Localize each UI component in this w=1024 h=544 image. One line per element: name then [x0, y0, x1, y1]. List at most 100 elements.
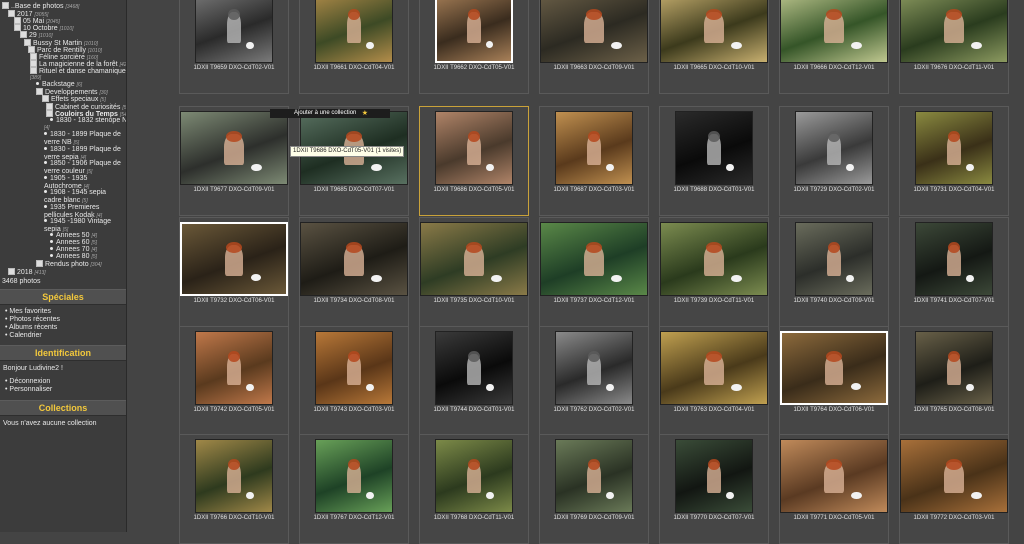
photo-thumbnail-cell[interactable]: 1DXII T9741 DXO-CdT07-V01	[899, 217, 1009, 327]
photo-caption[interactable]: 1DXII T9729 DXO-CdT02-V01	[780, 187, 888, 193]
photo-thumbnail-cell[interactable]: 1DXII T9666 DXO-CdT12-V01	[779, 0, 889, 94]
photo-caption[interactable]: 1DXII T9663 DXO-CdT09-V01	[540, 65, 648, 71]
photo-thumbnail-image[interactable]	[540, 0, 648, 63]
photo-thumbnail-image[interactable]	[660, 0, 768, 63]
photo-caption[interactable]: 1DXII T9744 DXO-CdT01-V01	[420, 407, 528, 413]
photo-caption[interactable]: 1DXII T9771 DXO-CdT05-V01	[780, 515, 888, 521]
folder-expand-icon[interactable]	[14, 17, 21, 24]
tree-item[interactable]: 2018 [413]	[8, 268, 46, 277]
photo-caption[interactable]: 1DXII T9735 DXO-CdT10-V01	[420, 298, 528, 304]
photo-thumbnail-cell[interactable]: 1DXII T9740 DXO-CdT09-V01	[779, 217, 889, 327]
photo-thumbnail-image[interactable]	[795, 222, 873, 296]
photo-thumbnail-cell[interactable]: 1DXII T9677 DXO-CdT09-V01	[179, 106, 289, 216]
photo-thumbnail-cell[interactable]: 1DXII T9772 DXO-CdT03-V01	[899, 434, 1009, 544]
tree-item[interactable]: 1850 - 1906 Plaque de verre couleur [5]	[44, 160, 124, 176]
photo-caption[interactable]: 1DXII T9686 DXO-CdT05-V01	[420, 187, 528, 193]
photo-thumbnail-cell[interactable]: 1DXII T9662 DXO-CdT05-V01	[419, 0, 529, 94]
photo-thumbnail-cell[interactable]: 1DXII T9659 DXO-CdT02-V01	[179, 0, 289, 94]
photo-caption[interactable]: 1DXII T9677 DXO-CdT09-V01	[180, 187, 288, 193]
photo-caption[interactable]: 1DXII T9732 DXO-CdT06-V01	[180, 298, 288, 304]
photo-caption[interactable]: 1DXII T9662 DXO-CdT05-V01	[420, 65, 528, 71]
photo-thumbnail-image[interactable]	[555, 439, 633, 513]
folder-expand-icon[interactable]	[28, 46, 35, 53]
photo-thumbnail-cell[interactable]: 1DXII T9735 DXO-CdT10-V01	[419, 217, 529, 327]
photo-thumbnail-cell[interactable]: 1DXII T9766 DXO-CdT10-V01	[179, 434, 289, 544]
photo-thumbnail-cell[interactable]: 1DXII T9734 DXO-CdT08-V01	[299, 217, 409, 327]
photo-thumbnail-cell[interactable]: 1DXII T9770 DXO-CdT07-V01	[659, 434, 769, 544]
photo-thumbnail-cell[interactable]: 1DXII T9771 DXO-CdT05-V01	[779, 434, 889, 544]
folder-expand-icon[interactable]	[30, 67, 37, 74]
photo-thumbnail-image[interactable]	[555, 331, 633, 405]
photo-caption[interactable]: 1DXII T9768 DXO-CdT11-V01	[420, 515, 528, 521]
account-link[interactable]: Déconnexion	[5, 378, 126, 386]
photo-thumbnail-cell[interactable]: 1DXII T9676 DXO-CdT11-V01	[899, 0, 1009, 94]
photo-thumbnail-cell[interactable]: 1DXII T9732 DXO-CdT06-V01	[179, 217, 289, 327]
tree-item[interactable]: Rituel et danse chamanique	[30, 67, 126, 76]
photo-thumbnail-cell[interactable]: 1DXII T9737 DXO-CdT12-V01	[539, 217, 649, 327]
folder-expand-icon[interactable]	[24, 39, 31, 46]
photo-thumbnail-cell[interactable]: 1DXII T9661 DXO-CdT04-V01	[299, 0, 409, 94]
photo-thumbnail-cell[interactable]: 1DXII T9688 DXO-CdT01-V01	[659, 106, 769, 216]
photo-caption[interactable]: 1DXII T9743 DXO-CdT03-V01	[300, 407, 408, 413]
photo-thumbnail-image[interactable]	[675, 439, 753, 513]
photo-thumbnail-image[interactable]	[195, 439, 273, 513]
photo-thumbnail-cell[interactable]: 1DXII T9763 DXO-CdT04-V01	[659, 326, 769, 436]
photo-caption[interactable]: 1DXII T9734 DXO-CdT08-V01	[300, 298, 408, 304]
folder-expand-icon[interactable]	[30, 53, 37, 60]
specials-link[interactable]: Albums récents	[5, 324, 126, 332]
collections-header[interactable]: Collections	[0, 400, 126, 416]
photo-thumbnail-image[interactable]	[540, 222, 648, 296]
photo-caption[interactable]: 1DXII T9666 DXO-CdT12-V01	[780, 65, 888, 71]
photo-thumbnail-image[interactable]	[315, 0, 393, 63]
photo-thumbnail-image[interactable]	[180, 111, 288, 185]
photo-thumbnail-cell[interactable]: 1DXII T9729 DXO-CdT02-V01	[779, 106, 889, 216]
photo-caption[interactable]: 1DXII T9767 DXO-CdT12-V01	[300, 515, 408, 521]
specials-link[interactable]: Calendrier	[5, 332, 126, 340]
photo-thumbnail-image[interactable]	[900, 439, 1008, 513]
photo-thumbnail-image[interactable]	[195, 0, 273, 63]
photo-caption[interactable]: 1DXII T9661 DXO-CdT04-V01	[300, 65, 408, 71]
photo-caption[interactable]: 1DXII T9772 DXO-CdT03-V01	[900, 515, 1008, 521]
photo-caption[interactable]: 1DXII T9676 DXO-CdT11-V01	[900, 65, 1008, 71]
specials-link[interactable]: Mes favorites	[5, 308, 126, 316]
photo-thumbnail-image[interactable]	[915, 222, 993, 296]
photo-thumbnail-image[interactable]	[555, 111, 633, 185]
folder-expand-icon[interactable]	[30, 60, 37, 67]
photo-thumbnail-cell[interactable]: 1DXII T9742 DXO-CdT05-V01	[179, 326, 289, 436]
photo-thumbnail-image[interactable]	[435, 439, 513, 513]
photo-thumbnail-image[interactable]	[420, 222, 528, 296]
identification-header[interactable]: Identification	[0, 345, 126, 361]
photo-caption[interactable]: 1DXII T9762 DXO-CdT02-V01	[540, 407, 648, 413]
account-link[interactable]: Personnaliser	[5, 386, 126, 394]
photo-caption[interactable]: 1DXII T9765 DXO-CdT08-V01	[900, 407, 1008, 413]
tree-item[interactable]: Rendus photo [304]	[36, 260, 102, 269]
photo-thumbnail-cell[interactable]: 1DXII T9739 DXO-CdT11-V01	[659, 217, 769, 327]
folder-expand-icon[interactable]	[8, 268, 15, 275]
photo-thumbnail-image[interactable]	[780, 439, 888, 513]
photo-thumbnail-cell[interactable]: 1DXII T9767 DXO-CdT12-V01	[299, 434, 409, 544]
photo-caption[interactable]: 1DXII T9766 DXO-CdT10-V01	[180, 515, 288, 521]
photo-thumbnail-image[interactable]	[435, 0, 513, 63]
photo-thumbnail-cell[interactable]: 1DXII T9768 DXO-CdT11-V01	[419, 434, 529, 544]
photo-caption[interactable]: 1DXII T9731 DXO-CdT04-V01	[900, 187, 1008, 193]
folder-expand-icon[interactable]	[46, 103, 53, 110]
photo-thumbnail-cell[interactable]: 1DXII T9762 DXO-CdT02-V01	[539, 326, 649, 436]
star-icon[interactable]: ★	[362, 109, 368, 118]
photo-thumbnail-image[interactable]	[660, 331, 768, 405]
photo-thumbnail-cell[interactable]: 1DXII T9731 DXO-CdT04-V01	[899, 106, 1009, 216]
photo-thumbnail-image[interactable]	[780, 331, 888, 405]
photo-caption[interactable]: 1DXII T9737 DXO-CdT12-V01	[540, 298, 648, 304]
photo-thumbnail-image[interactable]	[660, 222, 768, 296]
photo-caption[interactable]: 1DXII T9688 DXO-CdT01-V01	[660, 187, 768, 193]
tree-item[interactable]: 1908 - 1945 sepia cadre blanc [5]	[44, 189, 124, 205]
folder-expand-icon[interactable]	[36, 88, 43, 95]
photo-thumbnail-cell[interactable]: 1DXII T9765 DXO-CdT08-V01	[899, 326, 1009, 436]
photo-thumbnail-cell[interactable]: 1DXII T9665 DXO-CdT10-V01	[659, 0, 769, 94]
photo-thumbnail-image[interactable]	[315, 331, 393, 405]
photo-thumbnail-image[interactable]	[300, 222, 408, 296]
tree-item[interactable]: 1830 - 1899 Plaque de verre NB [5]	[44, 131, 124, 147]
photo-thumbnail-image[interactable]	[315, 439, 393, 513]
specials-header[interactable]: Spéciales	[0, 289, 126, 305]
specials-link[interactable]: Photos récentes	[5, 316, 126, 324]
folder-expand-icon[interactable]	[20, 31, 27, 38]
